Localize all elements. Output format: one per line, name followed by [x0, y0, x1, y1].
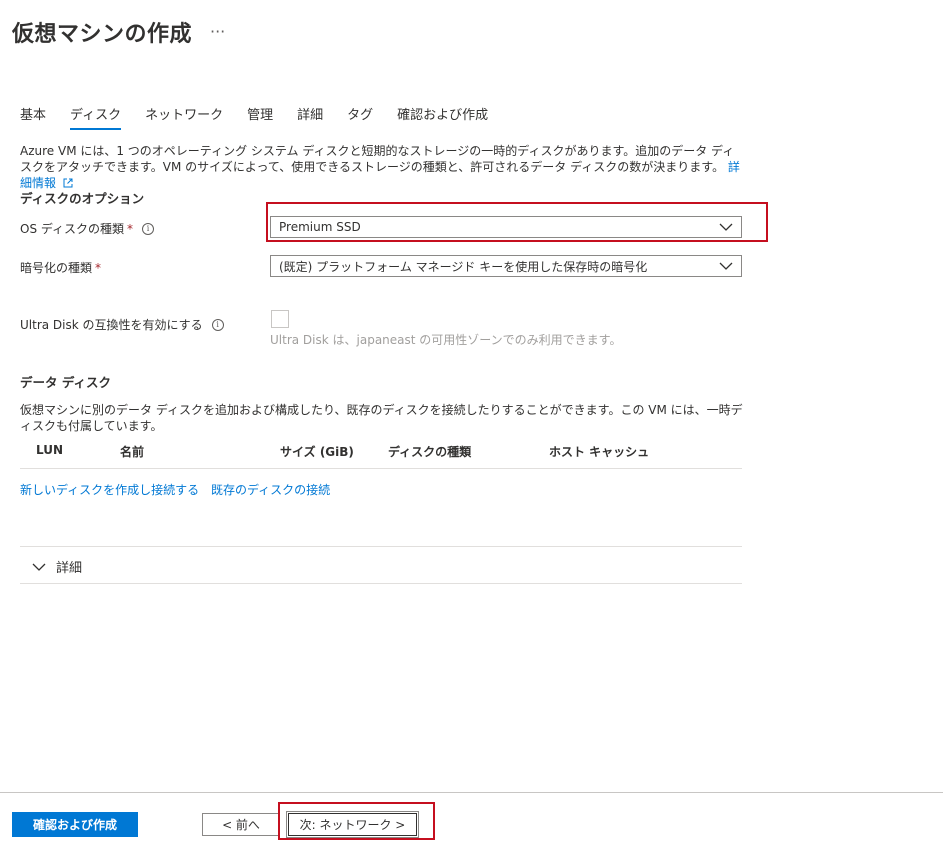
column-lun: LUN: [36, 443, 64, 457]
next-networking-button[interactable]: 次: ネットワーク >: [286, 811, 419, 838]
review-create-button[interactable]: 確認および作成: [12, 812, 138, 837]
info-icon[interactable]: i: [211, 318, 224, 331]
data-disks-heading: データ ディスク: [20, 375, 111, 390]
external-link-icon: [63, 178, 73, 188]
intro-text: Azure VM には、1 つのオペレーティング システム ディスクと短期的なス…: [20, 144, 735, 174]
previous-button[interactable]: < 前へ: [202, 813, 280, 836]
chevron-down-icon: [32, 563, 46, 571]
ultra-disk-text: Ultra Disk の互換性を有効にする: [20, 318, 203, 332]
advanced-label: 詳細: [56, 561, 83, 576]
tab-disks[interactable]: ディスク: [70, 104, 122, 130]
tab-management[interactable]: 管理: [247, 104, 273, 130]
tab-advanced[interactable]: 詳細: [297, 104, 323, 130]
page-title: 仮想マシンの作成: [12, 22, 193, 47]
column-name: 名前: [120, 445, 145, 459]
intro-paragraph: Azure VM には、1 つのオペレーティング システム ディスクと短期的なス…: [20, 143, 745, 191]
required-marker: *: [95, 260, 102, 275]
advanced-divider-top: [20, 546, 742, 547]
tab-basics[interactable]: 基本: [20, 104, 46, 130]
chevron-down-icon: [719, 223, 733, 231]
tab-tags[interactable]: タグ: [347, 104, 373, 130]
encryption-type-text: 暗号化の種類: [20, 261, 93, 275]
advanced-divider-bottom: [20, 583, 742, 584]
disk-options-heading: ディスクのオプション: [20, 191, 145, 206]
chevron-down-icon: [719, 262, 733, 270]
column-host-cache: ホスト キャッシュ: [549, 445, 650, 459]
encryption-type-value: (既定) プラットフォーム マネージド キーを使用した保存時の暗号化: [279, 259, 648, 274]
advanced-expander[interactable]: 詳細: [32, 557, 82, 576]
data-disks-description: 仮想マシンに別のデータ ディスクを追加および構成したり、既存のディスクを接続した…: [20, 403, 743, 433]
ultra-disk-label: Ultra Disk の互換性を有効にする i: [20, 316, 224, 333]
ultra-disk-checkbox[interactable]: [271, 310, 289, 328]
os-disk-type-text: OS ディスクの種類: [20, 222, 125, 236]
os-disk-type-select[interactable]: Premium SSD: [270, 216, 742, 238]
table-divider: [20, 468, 742, 469]
attach-existing-disk-link[interactable]: 既存のディスクの接続: [211, 481, 330, 498]
encryption-type-select[interactable]: (既定) プラットフォーム マネージド キーを使用した保存時の暗号化: [270, 255, 742, 277]
ultra-disk-note: Ultra Disk は、japaneast の可用性ゾーンでのみ利用できます。: [270, 333, 622, 347]
os-disk-type-label: OS ディスクの種類 * i: [20, 220, 155, 237]
info-icon[interactable]: i: [142, 222, 155, 235]
column-disk-type: ディスクの種類: [388, 445, 472, 459]
footer-divider: [0, 792, 943, 793]
os-disk-type-value: Premium SSD: [279, 220, 361, 234]
required-marker: *: [127, 221, 134, 236]
column-size: サイズ (GiB): [280, 445, 354, 459]
encryption-type-label: 暗号化の種類 *: [20, 259, 101, 276]
tab-review-create[interactable]: 確認および作成: [397, 104, 488, 130]
tab-bar: 基本 ディスク ネットワーク 管理 詳細 タグ 確認および作成: [20, 104, 512, 130]
create-attach-disk-link[interactable]: 新しいディスクを作成し接続する: [20, 481, 199, 498]
more-options-icon[interactable]: ···: [210, 22, 225, 41]
tab-networking[interactable]: ネットワーク: [145, 104, 223, 130]
